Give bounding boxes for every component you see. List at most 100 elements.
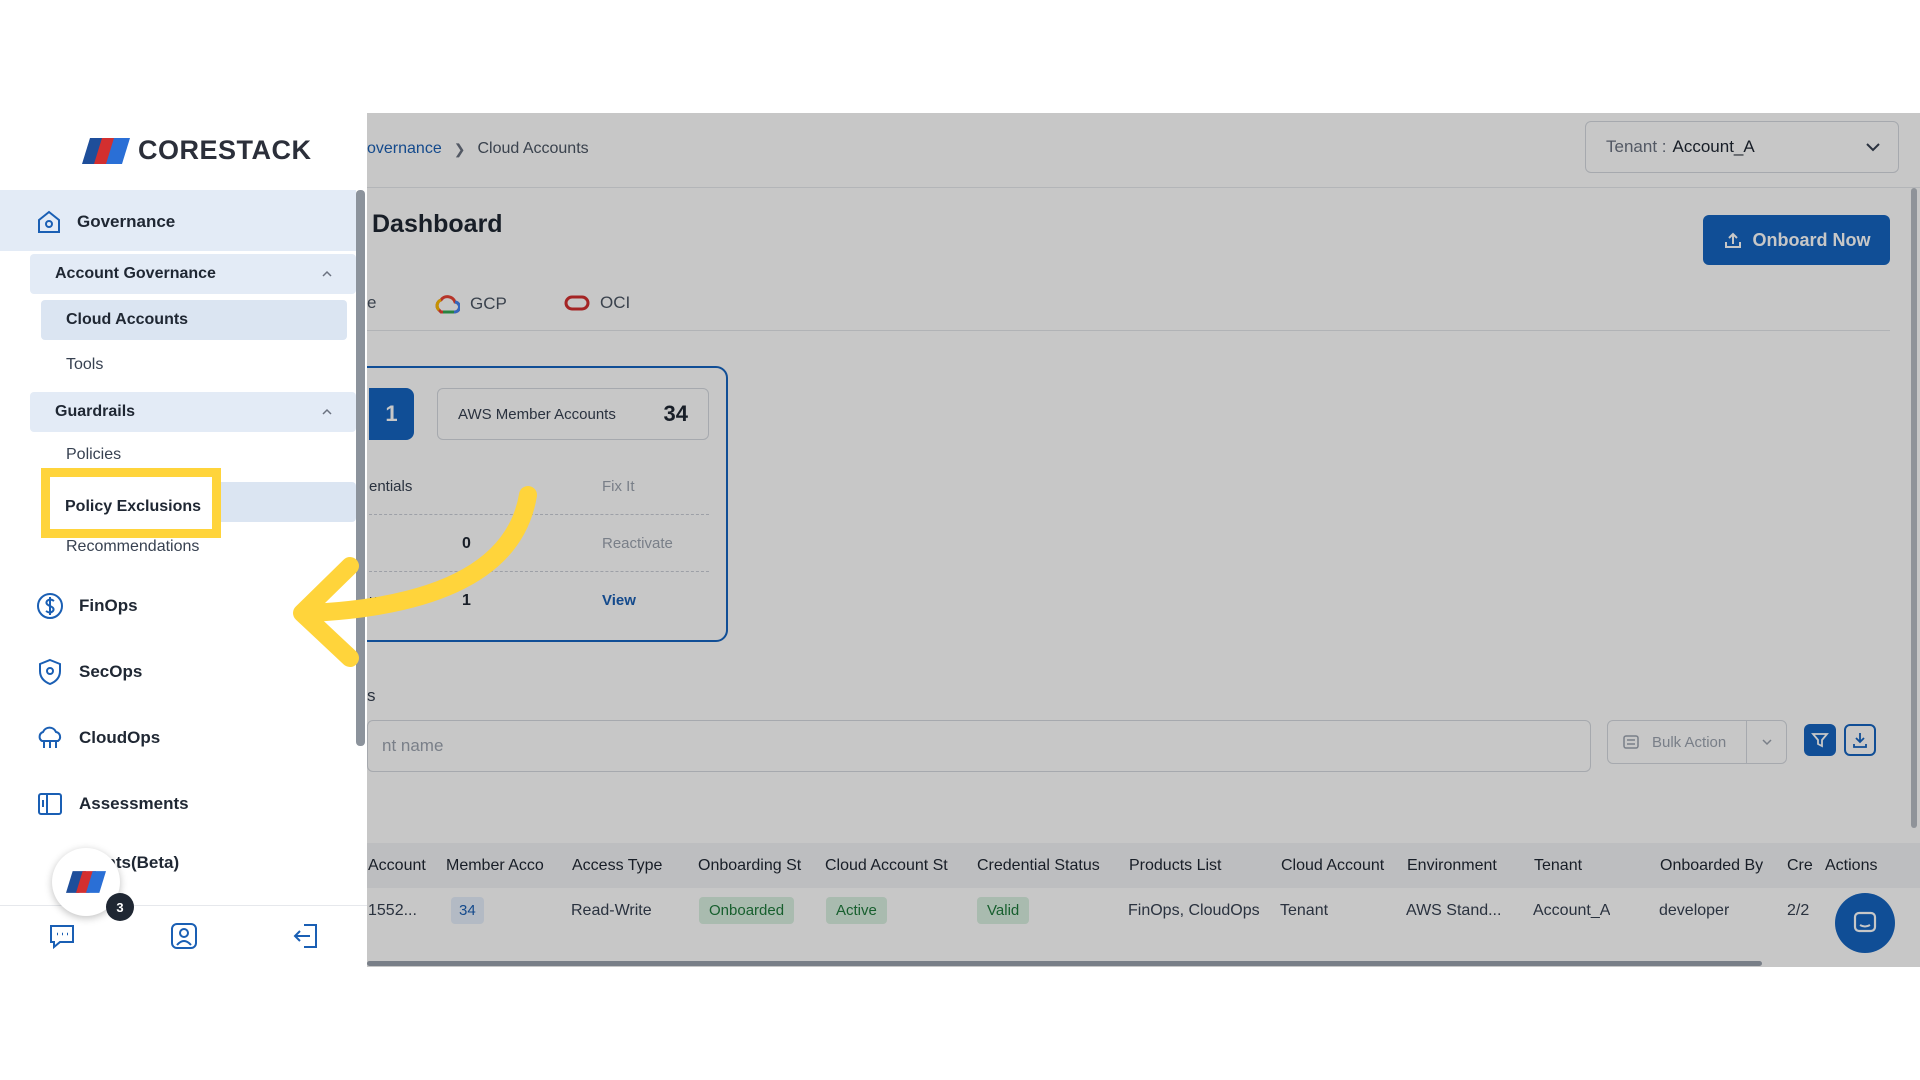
filter-icon bbox=[1811, 733, 1829, 748]
notification-badge: 3 bbox=[106, 893, 134, 921]
member-accounts-count: 34 bbox=[663, 401, 688, 426]
tab-azure[interactable]: e bbox=[367, 293, 376, 313]
column-header[interactable]: Member Accou bbox=[446, 857, 544, 875]
guardrails-group[interactable]: Guardrails bbox=[30, 392, 356, 432]
accounts-table: Account Member Accou Access Type Onboard… bbox=[367, 843, 1920, 967]
aws-member-accounts-box: AWS Member Accounts 34 bbox=[437, 388, 709, 440]
cell-created: 2/2 bbox=[1787, 902, 1810, 919]
top-bar: overnance ❯ Cloud Accounts Tenant : Acco… bbox=[367, 113, 1920, 188]
sidebar-footer bbox=[0, 905, 367, 967]
feedback-icon[interactable] bbox=[46, 920, 78, 952]
cell-cloud-account-type: Tenant bbox=[1280, 902, 1329, 919]
sidebar-item-policies[interactable]: Policies bbox=[66, 446, 121, 464]
breadcrumb: overnance ❯ Cloud Accounts bbox=[367, 140, 589, 158]
column-header[interactable]: Cloud Account St bbox=[825, 857, 957, 875]
sidebar-item-policy-exclusions[interactable]: Policy Exclusions bbox=[65, 498, 201, 516]
member-count-badge[interactable]: 34 bbox=[451, 897, 484, 924]
cell-onboarded-by: developer bbox=[1659, 902, 1730, 919]
sidebar-item-label: SecOps bbox=[79, 662, 143, 681]
upload-cloud-icon bbox=[1724, 232, 1741, 248]
column-header[interactable]: Cre bbox=[1787, 857, 1817, 875]
onboard-now-button[interactable]: Onboard Now bbox=[1703, 215, 1890, 265]
gcp-logo-icon bbox=[435, 295, 460, 314]
corestack-logo-icon bbox=[66, 871, 106, 893]
sidebar-item-assessments[interactable]: Assessments bbox=[35, 789, 189, 819]
sidebar-item-tools[interactable]: Tools bbox=[66, 356, 103, 374]
account-count: 1 bbox=[369, 388, 414, 440]
column-header[interactable]: Credential Status bbox=[977, 857, 1117, 875]
corestack-logo[interactable]: CORESTACK bbox=[82, 135, 312, 166]
column-header: Actions bbox=[1825, 857, 1878, 874]
onboarding-status-badge: Onboarded bbox=[699, 897, 795, 924]
tenant-value: Account_A bbox=[1672, 137, 1755, 156]
vertical-scrollbar[interactable] bbox=[1911, 188, 1917, 828]
sidebar-item-label: CloudOps bbox=[79, 728, 161, 747]
policy-exclusions-highlight[interactable]: Policy Exclusions bbox=[41, 468, 221, 538]
dollar-icon bbox=[37, 593, 63, 619]
logout-icon[interactable] bbox=[290, 920, 322, 952]
fix-it-link[interactable]: Fix It bbox=[602, 478, 635, 495]
sidebar-item-label: FinOps bbox=[79, 596, 138, 615]
tab-oci[interactable]: OCI bbox=[564, 293, 630, 313]
breadcrumb-governance-link[interactable]: overnance bbox=[367, 140, 442, 158]
cloud-network-icon bbox=[38, 726, 62, 748]
horizontal-scrollbar[interactable] bbox=[367, 961, 1762, 966]
table-row[interactable]: 1552... 34 Read-Write Onboarded Active V… bbox=[367, 888, 1920, 938]
view-link[interactable]: View bbox=[602, 592, 636, 609]
column-header[interactable]: Access Type bbox=[572, 857, 682, 875]
credential-status-badge: Valid bbox=[977, 897, 1030, 924]
sidebar-item-governance[interactable]: Governance bbox=[35, 208, 175, 236]
cell-products-list: FinOps, CloudOps bbox=[1128, 902, 1260, 919]
shield-icon bbox=[39, 658, 61, 686]
cell-access-type: Read-Write bbox=[571, 902, 652, 919]
tenant-select[interactable]: Tenant : Account_A bbox=[1585, 121, 1899, 173]
sidebar-item-secops[interactable]: SecOps bbox=[35, 657, 142, 687]
cloud-provider-tabs: e GCP OCI bbox=[367, 283, 1890, 331]
sidebar-item-label: Governance bbox=[77, 212, 176, 231]
tab-gcp[interactable]: GCP bbox=[434, 293, 507, 315]
filter-button[interactable] bbox=[1804, 724, 1836, 756]
account-governance-group[interactable]: Account Governance bbox=[30, 254, 356, 294]
account-search-input[interactable]: nt name bbox=[367, 720, 1591, 772]
chat-support-button[interactable] bbox=[1835, 893, 1895, 953]
column-header[interactable]: Environment bbox=[1407, 857, 1517, 875]
tab-oci-label: OCI bbox=[600, 293, 631, 312]
onboard-now-label: Onboard Now bbox=[1752, 229, 1871, 250]
breadcrumb-current: Cloud Accounts bbox=[477, 140, 589, 157]
pointer-arrow-icon bbox=[293, 486, 537, 667]
chevron-down-icon bbox=[1866, 143, 1880, 152]
list-title: s bbox=[367, 686, 376, 705]
reactivate-link[interactable]: Reactivate bbox=[602, 535, 673, 552]
group-label: Account Governance bbox=[55, 265, 216, 282]
tab-azure-label: e bbox=[367, 293, 377, 312]
sidebar-item-recommendations[interactable]: Recommendations bbox=[66, 538, 199, 556]
column-header[interactable]: Onboarded By bbox=[1660, 857, 1770, 875]
user-profile-icon[interactable] bbox=[168, 920, 200, 952]
cloud-account-status-badge: Active bbox=[826, 897, 887, 924]
chat-icon bbox=[1853, 911, 1877, 933]
download-icon bbox=[1853, 733, 1867, 748]
oci-logo-icon bbox=[564, 295, 590, 311]
sidebar-item-finops[interactable]: FinOps bbox=[35, 591, 138, 621]
column-header[interactable]: Account bbox=[368, 857, 428, 875]
main-content: overnance ❯ Cloud Accounts Tenant : Acco… bbox=[327, 113, 1920, 967]
group-label: Guardrails bbox=[55, 403, 136, 420]
tab-gcp-label: GCP bbox=[470, 294, 507, 313]
sidebar-item-cloud-accounts[interactable]: Cloud Accounts bbox=[66, 311, 188, 329]
download-button[interactable] bbox=[1844, 724, 1876, 756]
sidebar-item-cloudops[interactable]: CloudOps bbox=[35, 723, 160, 753]
cell-tenant: Account_A bbox=[1533, 902, 1611, 919]
column-header[interactable]: Tenant bbox=[1534, 857, 1634, 875]
table-header: Account Member Accou Access Type Onboard… bbox=[367, 843, 1920, 888]
bulk-action-dropdown[interactable] bbox=[1746, 721, 1786, 763]
tenant-label: Tenant : bbox=[1606, 137, 1667, 156]
chevron-right-icon: ❯ bbox=[453, 140, 466, 157]
sidebar-item-label: Assessments bbox=[79, 794, 189, 813]
column-header[interactable]: Products List bbox=[1129, 857, 1249, 875]
assessment-icon bbox=[38, 793, 62, 815]
column-header[interactable]: Cloud Account bbox=[1281, 857, 1389, 875]
chevron-down-icon bbox=[1761, 739, 1772, 746]
home-icon bbox=[38, 210, 60, 233]
bulk-action-button[interactable]: Bulk Action bbox=[1607, 720, 1787, 764]
column-header[interactable]: Onboarding St bbox=[698, 857, 806, 875]
